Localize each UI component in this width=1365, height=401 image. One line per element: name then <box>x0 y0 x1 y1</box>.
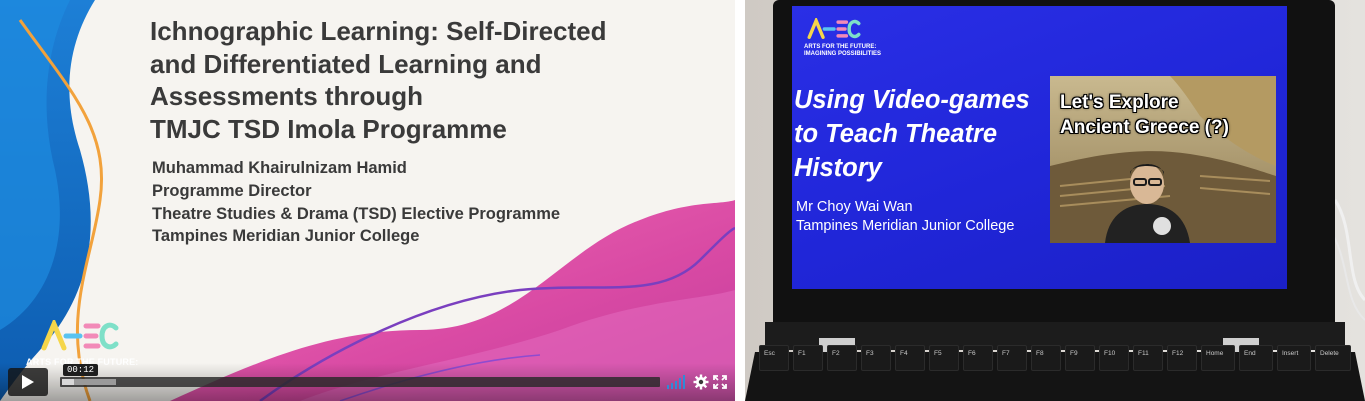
key-end: End <box>1239 345 1273 371</box>
key-f1: F1 <box>793 345 823 371</box>
key-f11: F11 <box>1133 345 1163 371</box>
laptop-photo: ARTS FOR THE FUTURE: IMAGINING POSSIBILI… <box>745 0 1365 401</box>
slide-title: Ichnographic Learning: Self-Directed and… <box>150 16 607 144</box>
volume-icon[interactable] <box>667 375 687 389</box>
key-f2: F2 <box>827 345 857 371</box>
logo-caption: ARTS FOR THE FUTURE: IMAGINING POSSIBILI… <box>804 44 882 57</box>
slide-title: Using Video-games to Teach Theatre Histo… <box>794 86 1030 182</box>
presenter-role: Programme Director <box>152 181 312 200</box>
presenter-programme: Theatre Studies & Drama (TSD) Elective P… <box>152 204 561 223</box>
progress-bar[interactable] <box>60 377 660 387</box>
key-insert: Insert <box>1277 345 1311 371</box>
key-f10: F10 <box>1099 345 1129 371</box>
slide-presenter-info: Muhammad Khairulnizam Hamid Programme Di… <box>152 157 712 248</box>
play-button[interactable] <box>8 368 48 396</box>
key-f3: F3 <box>861 345 891 371</box>
player-controls <box>0 363 735 401</box>
key-f4: F4 <box>895 345 925 371</box>
slide-presenter-info: Mr Choy Wai Wan Tampines Meridian Junior… <box>796 198 1056 236</box>
key-f9: F9 <box>1065 345 1095 371</box>
key-home: Home <box>1201 345 1235 371</box>
thumbnail-title: Let's Explore Ancient Greece (?) <box>1060 92 1229 138</box>
laptop-screen-slide: ARTS FOR THE FUTURE: IMAGINING POSSIBILI… <box>792 6 1287 289</box>
key-delete: Delete <box>1315 345 1351 371</box>
key-esc: Esc <box>759 345 789 371</box>
key-f12: F12 <box>1167 345 1197 371</box>
key-f7: F7 <box>997 345 1027 371</box>
presenter-name: Muhammad Khairulnizam Hamid <box>152 159 407 177</box>
played-bar <box>62 379 74 385</box>
play-icon <box>22 375 34 389</box>
presenter-school: Tampines Meridian Junior College <box>796 218 1015 234</box>
presenter-school: Tampines Meridian Junior College <box>152 227 420 246</box>
key-f6: F6 <box>963 345 993 371</box>
laptop-keyboard: Esc F1 F2 F3 F4 F5 F6 F7 F8 F9 F10 F11 F… <box>745 345 1365 401</box>
video-thumbnail: Let's Explore Ancient Greece (?) <box>1050 76 1276 243</box>
presenter-name: Mr Choy Wai Wan <box>796 199 913 215</box>
afec-logo <box>41 320 119 351</box>
key-f5: F5 <box>929 345 959 371</box>
afec-logo <box>807 18 861 39</box>
video-player: Ichnographic Learning: Self-Directed and… <box>0 0 735 401</box>
gear-icon[interactable] <box>693 374 709 390</box>
key-f8: F8 <box>1031 345 1061 371</box>
fullscreen-icon[interactable] <box>713 375 727 389</box>
time-tooltip: 00:12 <box>63 364 99 376</box>
